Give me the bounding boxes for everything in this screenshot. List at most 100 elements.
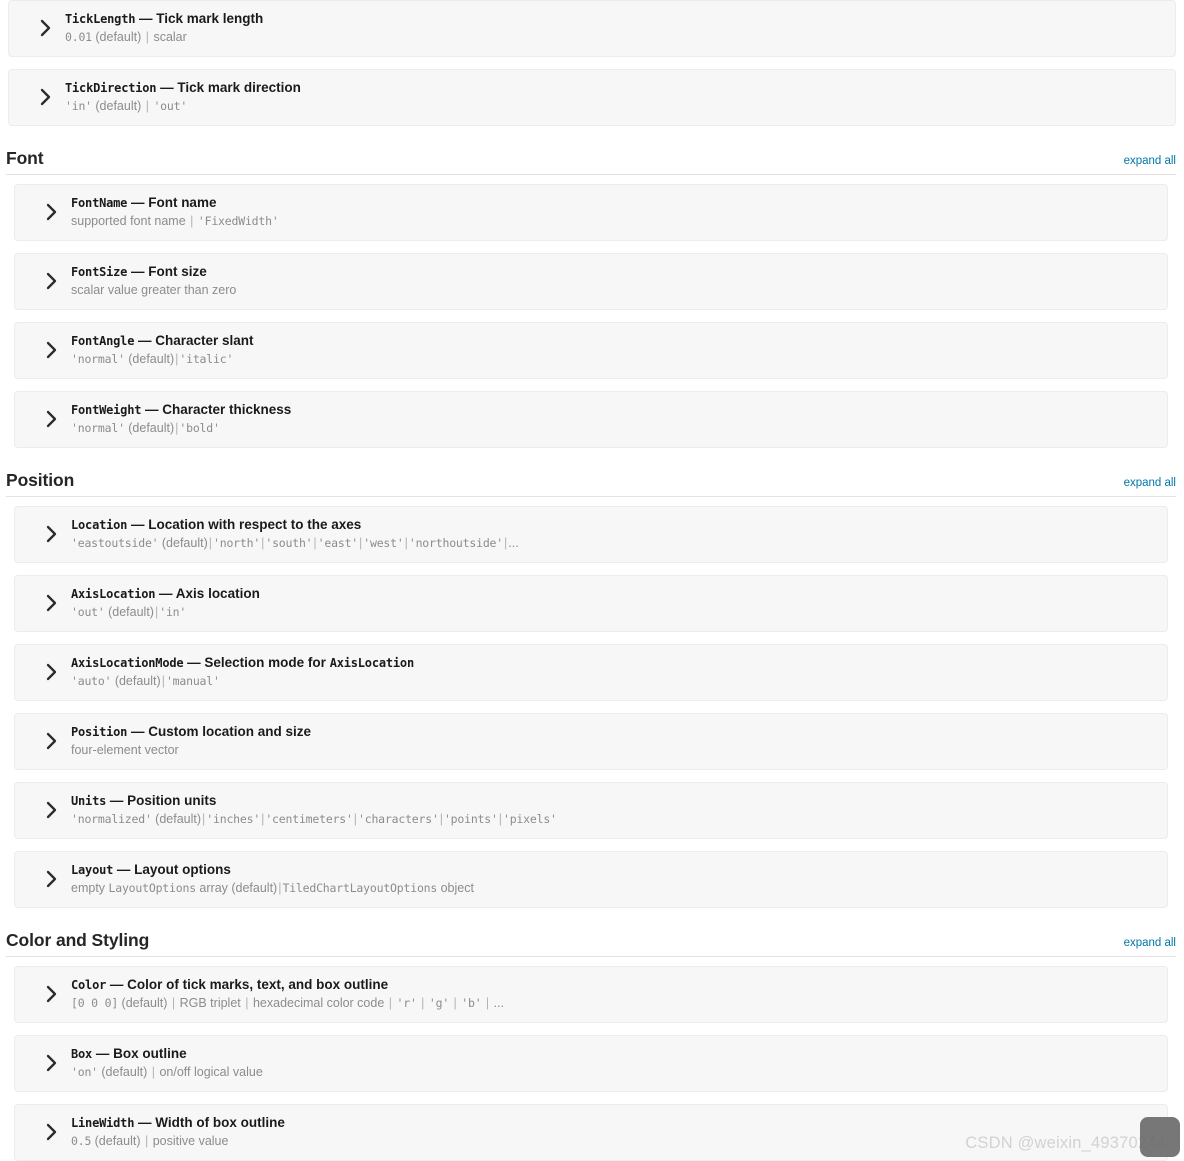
property-values: supported font name | 'FixedWidth' [71,213,1155,230]
property-summary: — Axis location [155,586,260,601]
value-text: (default) [118,996,168,1010]
property-card[interactable]: Location — Location with respect to the … [14,506,1168,563]
property-values: 'normalized' (default)|'inches'|'centime… [71,811,1155,828]
property-card[interactable]: Layout — Layout options empty LayoutOptio… [14,851,1168,908]
value-literal: TiledChartLayoutOptions [282,881,438,895]
property-values: 'eastoutside' (default)|'north'|'south'|… [71,535,1155,552]
expand-all-link[interactable]: expand all [1124,937,1176,950]
section-title: Position [6,470,75,490]
value-literal: 'r' [396,996,417,1010]
value-literal: 'out' [153,99,188,113]
value-text: scalar value greater than zero [71,283,237,297]
property-name: AxisLocation [71,587,156,601]
section-title: Color and Styling [6,930,150,950]
property-title: TickLength — Tick mark length [65,10,1163,28]
property-name: Location [71,518,128,532]
property-card[interactable]: LineWidth — Width of box outline 0.5 (def… [14,1104,1168,1161]
property-card[interactable]: Box — Box outline'on' (default) | on/off… [14,1035,1168,1092]
section-card-list: FontName — Font name supported font name … [6,184,1176,448]
chevron-right-icon [37,662,65,682]
property-card[interactable]: FontName — Font name supported font name … [14,184,1168,241]
value-literal: 'on' [71,1065,98,1079]
property-values: 0.5 (default) | positive value [71,1133,1155,1150]
property-card[interactable]: AxisLocationMode — Selection mode for Ax… [14,644,1168,701]
value-text: (default) [124,352,175,366]
expand-all-link[interactable]: expand all [1124,477,1176,490]
scroll-to-top-button[interactable] [1140,1117,1180,1157]
chevron-right-icon [37,731,65,751]
property-summary: — Layout options [113,862,231,877]
property-summary: — Location with respect to the axes [127,517,362,532]
value-separator: | [450,996,461,1010]
value-literal: 'north' [213,536,261,550]
value-literal: 'east' [317,536,359,550]
value-literal: 'in' [65,99,92,113]
chevron-right-icon [31,87,59,107]
value-text: on/off logical value [159,1065,263,1079]
chevron-right-icon [37,524,65,544]
expand-all-link[interactable]: expand all [1124,155,1176,168]
value-literal: 'normal' [71,421,125,435]
property-card[interactable]: FontWeight — Character thickness'normal'… [14,391,1168,448]
section-title: Font [6,148,44,168]
value-literal: 'points' [443,812,498,826]
property-card[interactable]: FontSize — Font size scalar value greater… [14,253,1168,310]
value-text: (default) [91,30,142,44]
property-card[interactable]: Color — Color of tick marks, text, and b… [14,966,1168,1023]
property-title: LineWidth — Width of box outline [71,1114,1155,1132]
section-header: Color and Styling expand all [6,930,1176,957]
value-separator: | [385,996,396,1010]
property-card-text: TickDirection — Tick mark direction'in' … [65,79,1163,115]
chevron-right-icon [37,984,65,1004]
property-card[interactable]: Units — Position units'normalized' (defa… [14,782,1168,839]
property-card-text: Location — Location with respect to the … [71,516,1155,552]
value-text: hexadecimal color code [252,996,385,1010]
value-literal: 'normal' [71,352,125,366]
property-card[interactable]: Position — Custom location and size four-… [14,713,1168,770]
chevron-right-icon [37,202,65,222]
value-literal: 'eastoutside' [71,536,159,550]
value-text: RGB triplet [179,996,241,1010]
property-card-text: Color — Color of tick marks, text, and b… [71,976,1155,1012]
value-text: (default) [104,605,154,619]
property-title: FontName — Font name [71,194,1155,212]
property-section: Font expand all FontName — Font name suppor… [0,148,1184,448]
sections-container: Font expand all FontName — Font name suppor… [0,148,1184,1161]
section-card-list: Location — Location with respect to the … [6,506,1176,908]
property-values: 'auto' (default)|'manual' [71,673,1155,690]
property-title: Layout — Layout options [71,861,1155,879]
property-name: Layout [71,863,114,877]
chevron-right-icon [37,593,65,613]
property-summary: — Width of box outline [134,1115,285,1130]
property-card-text: FontAngle — Character slant'normal' (def… [71,332,1155,368]
property-values: 'normal' (default)|'bold' [71,420,1155,437]
value-literal: 'b' [461,996,482,1010]
property-card[interactable]: TickLength — Tick mark length 0.01 (defau… [8,0,1176,57]
property-card[interactable]: FontAngle — Character slant'normal' (def… [14,322,1168,379]
property-summary: — Custom location and size [127,724,311,739]
value-text: (default) [91,99,142,113]
property-card[interactable]: AxisLocation — Axis location 'out' (defau… [14,575,1168,632]
property-name: AxisLocationMode [71,656,184,670]
property-title: Box — Box outline [71,1045,1155,1063]
value-literal: [0 0 0] [71,996,119,1010]
property-name: TickDirection [65,81,157,95]
chevron-right-icon [37,869,65,889]
value-literal: 0.01 [65,30,92,44]
property-values: scalar value greater than zero [71,282,1155,299]
chevron-right-icon [37,1122,65,1142]
value-text: (default) [124,421,175,435]
property-values: four-element vector [71,742,1155,759]
property-section: Position expand all Location — Location wi… [0,470,1184,908]
property-card[interactable]: TickDirection — Tick mark direction'in' … [8,69,1176,126]
value-literal: 'in' [159,605,187,619]
value-literal: 'pixels' [502,812,557,826]
chevron-right-icon [37,800,65,820]
value-literal: 'out' [71,605,105,619]
value-literal: 'FixedWidth' [197,214,279,228]
value-text: four-element vector [71,743,179,757]
chevron-right-icon [37,1053,65,1073]
value-literal: 'centimeters' [265,812,353,826]
section-card-list: Color — Color of tick marks, text, and b… [6,966,1176,1161]
property-card-text: LineWidth — Width of box outline 0.5 (def… [71,1114,1155,1150]
